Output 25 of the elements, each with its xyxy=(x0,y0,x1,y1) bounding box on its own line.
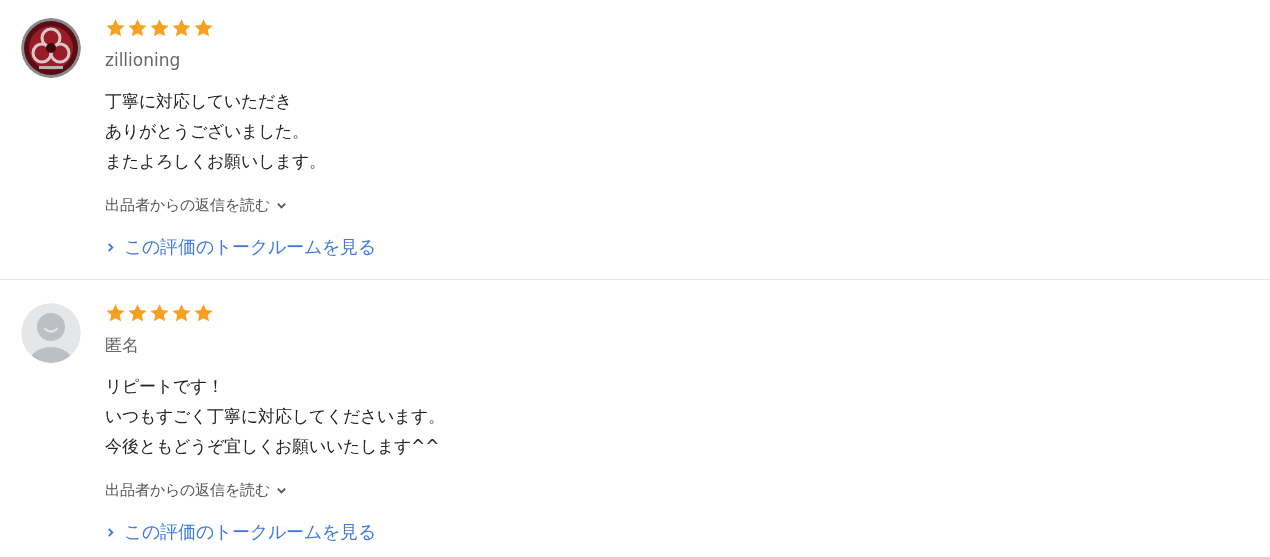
star-icon xyxy=(105,303,126,324)
talkroom-link[interactable]: この評価のトークルームを見る xyxy=(124,520,376,544)
star-icon xyxy=(149,303,170,324)
reviewer-name: zillioning xyxy=(105,50,181,70)
star-icon xyxy=(105,18,126,39)
star-icon xyxy=(193,18,214,39)
star-icon xyxy=(127,303,148,324)
chevron-icon xyxy=(105,526,116,538)
comment-line: リピートです！ xyxy=(105,375,225,398)
comment-line: ありがとうございました。 xyxy=(105,120,310,143)
reviewer-name: 匿名 xyxy=(105,335,139,355)
comment-line: 丁寧に対応していただき xyxy=(105,90,293,113)
star-icon xyxy=(149,18,170,39)
avatar-icon xyxy=(21,303,81,363)
star-icon xyxy=(171,303,192,324)
star-icon xyxy=(171,18,192,39)
comment-line: いつもすごく丁寧に対応してくださいます。 xyxy=(105,405,445,428)
comment-line: 今後ともどうぞ宜しくお願いいたします^^ xyxy=(105,435,441,458)
reply-toggle[interactable]: 出品者からの返信を読む xyxy=(105,194,287,216)
talkroom-link[interactable]: この評価のトークルームを見る xyxy=(124,235,376,259)
chevron-icon xyxy=(105,241,116,253)
star-icon xyxy=(193,303,214,324)
comment-line: またよろしくお願いします。 xyxy=(105,150,326,173)
reply-toggle[interactable]: 出品者からの返信を読む xyxy=(105,479,287,501)
star-icon xyxy=(127,18,148,39)
